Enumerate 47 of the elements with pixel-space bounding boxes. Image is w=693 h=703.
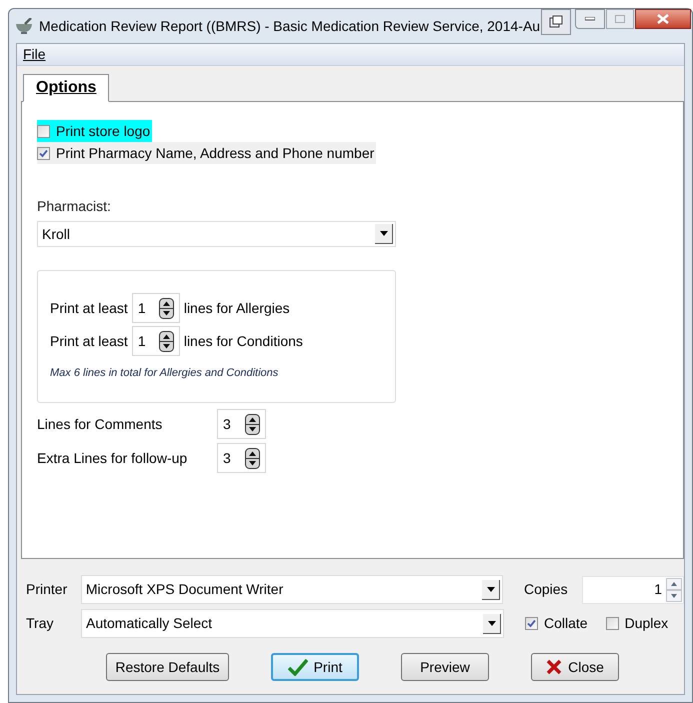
dropdown[interactable]: Automatically Select [81,609,504,638]
dialog-button[interactable]: Preview [401,653,489,681]
maximize-icon [615,15,625,23]
checkbox-option[interactable]: Print Pharmacy Name, Address and Phone number [37,142,376,164]
tab[interactable]: Options [23,74,110,102]
restore-window-icon[interactable] [541,9,571,35]
checkbox-option[interactable]: Print store logo [37,120,152,142]
minimize-icon [585,17,595,21]
mortar-icon [15,18,33,34]
note-text: Max 6 lines in total for Allergies and Conditions [50,366,278,381]
checkbox-option[interactable]: Collate [525,613,588,634]
dialog-button[interactable]: Restore Defaults [106,653,229,681]
dialog-button[interactable]: Print [271,653,359,681]
field-label: Printer [26,580,68,599]
field-label: lines for Allergies [184,298,290,318]
close-button[interactable] [635,9,691,29]
field-label: Tray [26,614,54,633]
window-title: Medication Review Report ((BMRS) - Basic Medication Review Service, 2014-Au [39,16,540,36]
spin-field[interactable]: 1 [132,293,180,323]
spin-field[interactable]: 1 [132,326,180,356]
dialog-button[interactable]: Close [531,653,619,681]
field-label: lines for Conditions [184,332,303,350]
minimize-button[interactable] [575,9,605,29]
spin-arrows-icon[interactable] [245,414,260,434]
spin-arrows-icon[interactable] [245,448,260,468]
checkbox-option[interactable]: Duplex [606,613,668,634]
field-label: Print at least [50,332,128,350]
checkbox[interactable] [525,617,538,630]
spin-field[interactable]: 3 [217,443,266,473]
spin-field[interactable]: 1 [582,576,684,604]
field-label: Extra Lines for follow-up [37,448,188,468]
check-icon [288,658,308,676]
field-label: Copies [524,580,569,599]
field-label: Lines for Comments [37,414,164,434]
menu-item[interactable]: File [23,44,46,65]
spin-arrows-icon[interactable] [158,330,174,352]
dropdown[interactable]: Kroll [37,221,396,247]
field-label: Pharmacist: [37,197,111,216]
checkbox[interactable] [37,146,50,160]
spin-arrows-icon[interactable] [158,298,174,318]
field-label: Print at least [50,298,128,318]
cross-icon [546,659,562,675]
checkbox[interactable] [606,617,619,630]
dropdown[interactable]: Microsoft XPS Document Writer [80,575,503,604]
spin-field[interactable]: 3 [217,409,266,439]
checkbox[interactable] [37,124,50,138]
close-icon [657,14,669,24]
